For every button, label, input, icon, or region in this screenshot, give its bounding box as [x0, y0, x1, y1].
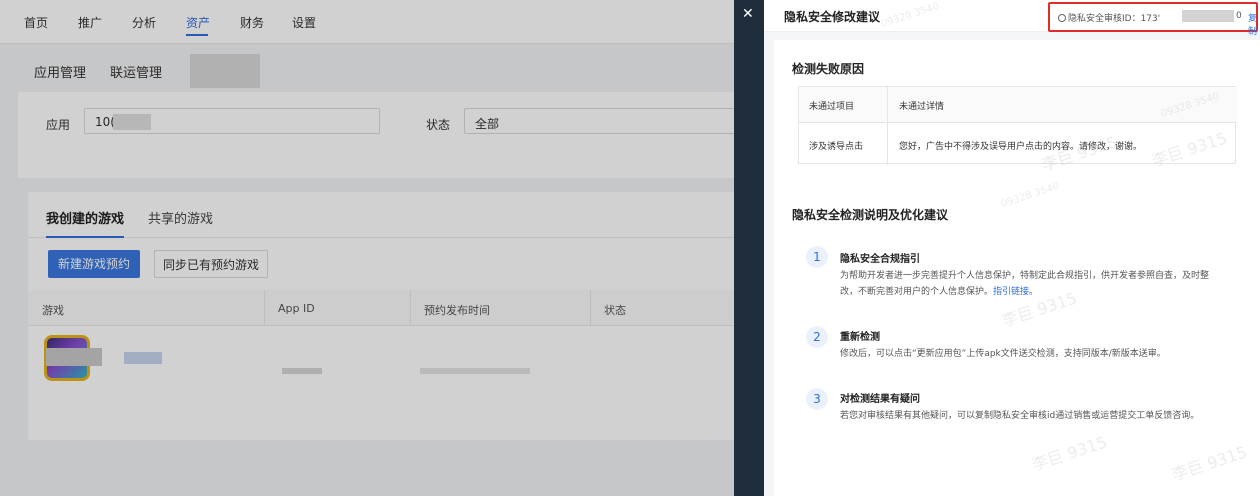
audit-id-highlight: 隐私安全审核ID：173' 0 复制	[1048, 2, 1258, 37]
step-number-badge: 1	[806, 246, 828, 268]
fail-table-header-row	[799, 87, 1237, 123]
column-divider	[887, 87, 888, 165]
fail-item-cell: 涉及诱导点击	[809, 142, 864, 152]
drawer-header: 隐私安全修改建议 隐私安全审核ID：173' 0 复制	[764, 0, 1260, 37]
redacted-area	[1182, 10, 1234, 22]
step-title: 对检测结果有疑问	[840, 394, 920, 405]
privacy-drawer: 隐私安全修改建议 隐私安全审核ID：173' 0 复制 检测失败原因 未通过项目…	[764, 0, 1260, 496]
fail-reason-table: 未通过项目 未通过详情 涉及诱导点击 您好，广告中不得涉及误导用户点击的内容。请…	[798, 86, 1237, 165]
step-title: 重新检测	[840, 332, 880, 343]
modal-overlay[interactable]	[0, 0, 734, 496]
screen: 首页 推广 分析 资产 财务 设置 应用管理 联运管理 应用 10( 状态 全部	[0, 0, 1260, 496]
copy-audit-id-link[interactable]: 复制	[1248, 11, 1257, 37]
fail-table-header-detail: 未通过详情	[899, 102, 945, 112]
info-icon	[1058, 14, 1066, 22]
step-description: 修改后，可以点击“更新应用包”上传apk文件送交检测，支持同版本/新版本送审。	[840, 349, 1166, 359]
drawer-title: 隐私安全修改建议	[784, 10, 881, 24]
drawer-close-bar: ✕	[734, 0, 764, 496]
step-description: 为帮助开发者进一步完善提升个人信息保护，特制定此合规指引，供开发者参照自查，及时…	[840, 271, 1210, 297]
close-icon[interactable]: ✕	[742, 6, 754, 22]
guide-section-title: 隐私安全检测说明及优化建议	[792, 208, 949, 222]
step-description: 若您对审核结果有其他疑问，可以复制隐私安全审核id通过销售或运营提交工单反馈咨询…	[840, 411, 1200, 421]
step-number-badge: 2	[806, 326, 828, 348]
guide-link[interactable]: 指引链接。	[993, 287, 1038, 297]
fail-reason-title: 检测失败原因	[792, 62, 865, 76]
step-title: 隐私安全合规指引	[840, 254, 920, 265]
audit-id-tail: 0	[1236, 11, 1242, 21]
drawer-body: 检测失败原因 未通过项目 未通过详情 涉及诱导点击 您好，广告中不得涉及误导用户…	[774, 40, 1260, 496]
fail-detail-cell: 您好，广告中不得涉及误导用户点击的内容。请修改，谢谢。	[899, 142, 1143, 152]
audit-id-label: 隐私安全审核ID：173'	[1058, 11, 1160, 24]
step-number-badge: 3	[806, 388, 828, 410]
fail-table-header-item: 未通过项目	[809, 102, 855, 112]
